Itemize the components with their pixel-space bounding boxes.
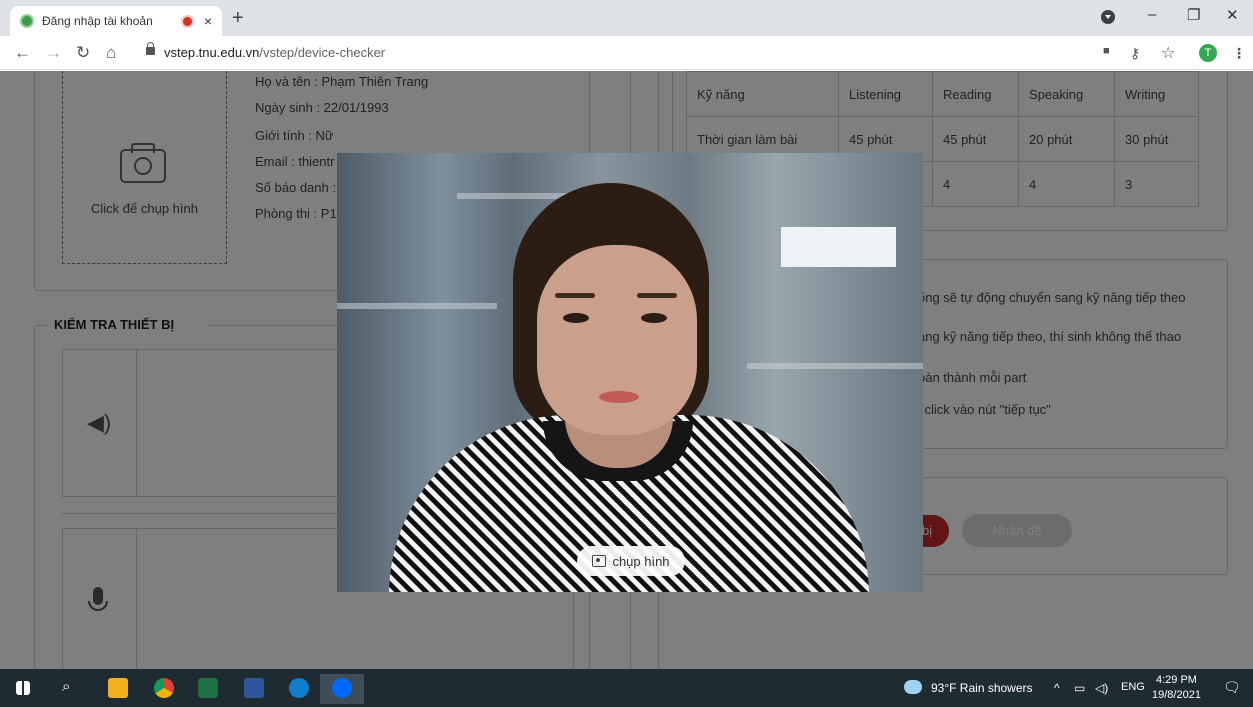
reload-icon[interactable]: ↻	[76, 43, 90, 63]
cabinet-shelf	[747, 363, 923, 369]
camera-in-use-icon[interactable]: ■	[1103, 45, 1110, 57]
browser-tab-bar: Đăng nhập tài khoản × + – ❐ ✕	[0, 0, 1253, 36]
address-bar[interactable]: vstep.tnu.edu.vn/vstep/device-checker	[164, 45, 385, 60]
forward-arrow-icon[interactable]: →	[45, 43, 62, 63]
tab-close-button[interactable]: ×	[204, 13, 212, 29]
profile-avatar[interactable]: T	[1199, 44, 1217, 62]
person-eyebrow	[637, 293, 677, 298]
capture-photo-button[interactable]: chụp hình	[577, 546, 685, 576]
browser-tab-active[interactable]: Đăng nhập tài khoản ×	[10, 6, 222, 36]
excel-icon[interactable]	[198, 678, 218, 698]
wall-poster	[781, 227, 896, 267]
new-tab-button[interactable]: +	[232, 7, 244, 30]
weather-icon[interactable]	[904, 680, 922, 694]
person-eye	[641, 313, 667, 323]
url-path: /vstep/device-checker	[259, 45, 386, 60]
person-face	[537, 245, 697, 435]
search-icon[interactable]: ⌕	[62, 678, 70, 695]
window-close-button[interactable]: ✕	[1226, 6, 1239, 24]
browser-toolbar: ← → ↻ ⌂ vstep.tnu.edu.vn/vstep/device-ch…	[0, 36, 1253, 70]
key-icon[interactable]: ⚷	[1130, 45, 1140, 62]
site-favicon-icon	[20, 14, 34, 28]
tab-title: Đăng nhập tài khoản	[42, 14, 153, 28]
windows-taskbar: ⌕ 93°F Rain showers ^ ▭ ◁) ENG 4:29 PM 1…	[0, 669, 1253, 707]
home-icon[interactable]: ⌂	[106, 43, 116, 63]
weather-text[interactable]: 93°F Rain showers	[931, 681, 1033, 695]
cabinet-shelf	[337, 303, 497, 309]
url-host: vstep.tnu.edu.vn	[164, 45, 260, 60]
capture-photo-label: chụp hình	[612, 553, 670, 569]
clock-time: 4:29 PM	[1155, 674, 1197, 686]
capture-icon	[592, 555, 607, 567]
recording-indicator-icon	[182, 16, 192, 26]
chrome-icon[interactable]	[154, 678, 174, 698]
network-icon[interactable]: ▭	[1074, 681, 1085, 695]
back-arrow-icon[interactable]: ←	[14, 43, 31, 63]
clock[interactable]: 4:29 PM 19/8/2021	[1152, 673, 1201, 703]
tray-chevron-icon[interactable]: ^	[1054, 681, 1060, 695]
camera-preview-modal: chụp hình	[337, 153, 923, 592]
windows-start-icon[interactable]	[16, 681, 30, 695]
tab-search-icon[interactable]	[1101, 10, 1115, 24]
page-content: Click để chụp hình Họ và tên : Phạm Thiê…	[0, 71, 1253, 669]
word-icon[interactable]	[244, 678, 264, 698]
file-explorer-icon[interactable]	[108, 678, 128, 698]
person-eyebrow	[555, 293, 595, 298]
person-eye	[563, 313, 589, 323]
volume-icon[interactable]: ◁)	[1095, 681, 1108, 695]
person-lips	[599, 391, 639, 403]
window-minimize-button[interactable]: –	[1148, 6, 1156, 23]
language-indicator[interactable]: ENG	[1121, 681, 1145, 693]
window-maximize-button[interactable]: ❐	[1187, 6, 1200, 24]
clock-date: 19/8/2021	[1152, 689, 1201, 701]
edge-icon[interactable]	[289, 678, 309, 698]
zalo-icon[interactable]	[332, 678, 352, 698]
bookmark-star-icon[interactable]: ☆	[1161, 43, 1175, 63]
notification-icon[interactable]: 🗨	[1223, 679, 1241, 696]
browser-menu-icon[interactable]: ⋮	[1232, 45, 1246, 62]
lock-icon[interactable]	[146, 42, 155, 55]
